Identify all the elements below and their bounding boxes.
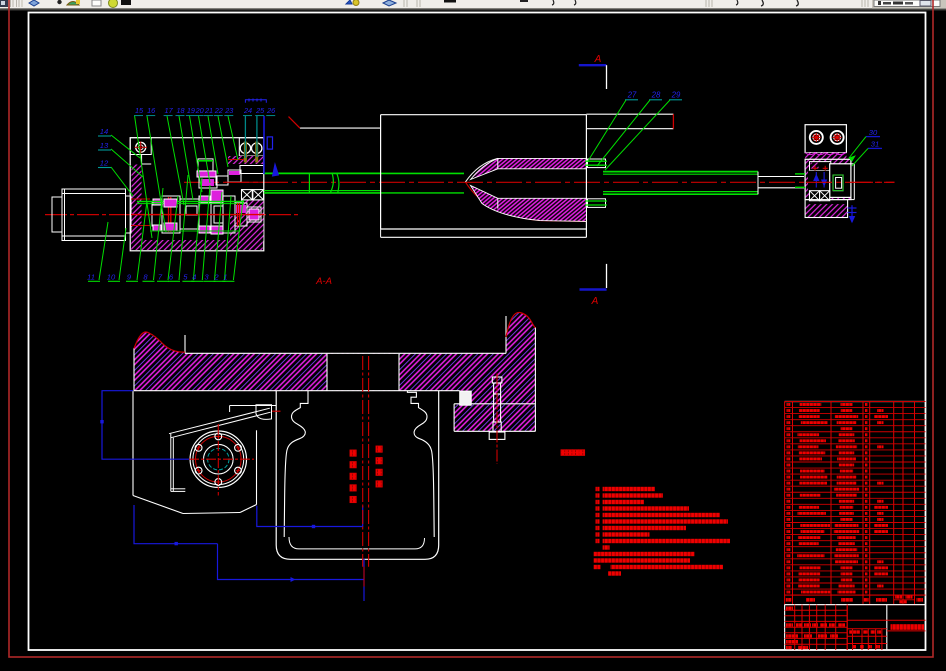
svg-text:18: 18 — [176, 106, 185, 115]
svg-text:A: A — [591, 296, 599, 307]
svg-text:20: 20 — [195, 106, 204, 115]
svg-text:26: 26 — [266, 106, 276, 115]
svg-text:29: 29 — [671, 91, 681, 100]
svg-text:24: 24 — [243, 106, 252, 115]
svg-text:14: 14 — [100, 127, 108, 136]
svg-text:A-A: A-A — [315, 276, 332, 287]
svg-text:16: 16 — [147, 106, 156, 115]
svg-text:19: 19 — [187, 106, 195, 115]
svg-text:17: 17 — [165, 106, 174, 115]
svg-text:10: 10 — [107, 273, 116, 282]
svg-text:4: 4 — [192, 273, 196, 282]
svg-text:2: 2 — [213, 273, 219, 282]
svg-text:21: 21 — [204, 106, 213, 115]
svg-text:31: 31 — [871, 140, 879, 149]
svg-text:13: 13 — [100, 141, 109, 150]
svg-text:12: 12 — [100, 159, 109, 168]
svg-text:A: A — [594, 54, 602, 65]
svg-text:22: 22 — [214, 106, 223, 115]
svg-text:1: 1 — [223, 273, 227, 282]
svg-text:27: 27 — [627, 91, 637, 100]
svg-text:28: 28 — [651, 91, 661, 100]
svg-text:25: 25 — [255, 106, 265, 115]
svg-text:15: 15 — [135, 106, 144, 115]
svg-text:11: 11 — [87, 273, 95, 282]
svg-text:23: 23 — [224, 106, 233, 115]
svg-text:30: 30 — [869, 128, 878, 137]
